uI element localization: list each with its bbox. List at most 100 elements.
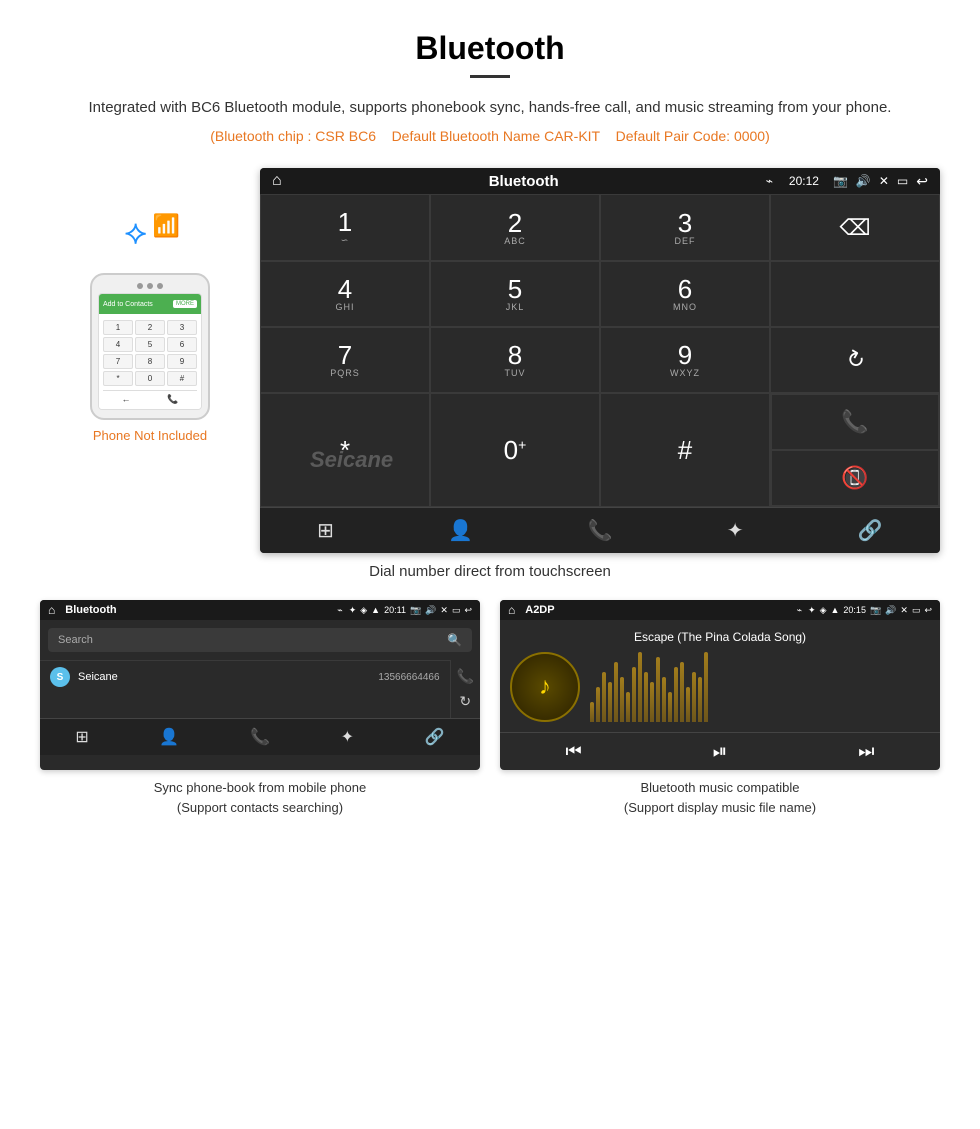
- pb-bt-icon[interactable]: ✦: [341, 727, 354, 747]
- back-icon[interactable]: ↩: [916, 173, 928, 190]
- dialpad-grid: 1 ∽ 2 ABC 3 DEF ⌫: [260, 194, 940, 507]
- bottom-screens: ⌂ Bluetooth ⌁ ✦ ◈ ▲ 20:11 📷 🔊 ✕ ▭ ↩: [40, 600, 940, 817]
- spec-chip: (Bluetooth chip : CSR BC6: [210, 128, 376, 144]
- ph-bt-icon: ✦: [349, 605, 357, 616]
- dial-call-red[interactable]: 📵: [771, 450, 939, 506]
- phone-key-7: 7: [103, 354, 133, 369]
- dial-key-hash[interactable]: #: [600, 393, 770, 507]
- phonebook-entry[interactable]: S Seicane 13566664466: [40, 660, 450, 693]
- ph-x-icon: ✕: [440, 605, 448, 616]
- phone-back-btn: ←: [121, 394, 130, 405]
- mu-usb-icon: ⌁: [797, 605, 802, 616]
- next-track-icon[interactable]: ⏭: [858, 741, 874, 762]
- play-pause-icon[interactable]: ⏯: [713, 741, 727, 762]
- phone-icon[interactable]: 📞: [588, 518, 613, 543]
- pb-phone-icon[interactable]: 📞: [250, 727, 270, 747]
- phone-keypad-area: 1 2 3 4 5 6 7 8 9 * 0 #: [99, 314, 201, 409]
- phone-screen-header: Add to Contacts MORE: [99, 294, 201, 314]
- phone-call-btn: 📞: [167, 394, 178, 405]
- statusbar-title: Bluetooth: [290, 173, 758, 190]
- phone-dot-3: [157, 283, 163, 289]
- phonebook-search-bar[interactable]: Search 🔍: [48, 628, 472, 652]
- dial-bottom-bar: ⊞ 👤 📞 ✦ 🔗: [260, 507, 940, 553]
- home-icon[interactable]: ⌂: [272, 172, 282, 190]
- dialpad-icon[interactable]: ⊞: [317, 518, 334, 543]
- phone-mockup: Add to Contacts MORE 1 2 3 4 5 6 7 8: [90, 273, 210, 420]
- ph-call-right-icon[interactable]: 📞: [457, 668, 474, 685]
- dial-call-buttons: 📞 📵: [770, 393, 940, 507]
- mu-cam-icon: 📷: [870, 605, 881, 616]
- dial-key-star[interactable]: *: [260, 393, 430, 507]
- phone-key-star: *: [103, 371, 133, 386]
- ph-vol-icon: 🔊: [425, 605, 436, 616]
- phone-key-1: 1: [103, 320, 133, 335]
- music-main-area: ♪: [510, 652, 930, 722]
- search-icon: 🔍: [447, 633, 462, 647]
- phonebook-right-icons: 📞 ↻: [450, 660, 480, 718]
- call-green-icon: 📞: [841, 409, 868, 435]
- dial-key-2[interactable]: 2 ABC: [430, 194, 600, 261]
- mu-win-icon: ▭: [912, 605, 921, 616]
- ph-status-icons: ✦ ◈ ▲ 20:11 📷 🔊 ✕ ▭ ↩: [349, 605, 472, 616]
- music-screen: ⌂ A2DP ⌁ ✦ ◈ ▲ 20:15 📷 🔊 ✕ ▭ ↩: [500, 600, 940, 770]
- phonebook-screen: ⌂ Bluetooth ⌁ ✦ ◈ ▲ 20:11 📷 🔊 ✕ ▭ ↩: [40, 600, 480, 770]
- phone-top-bar: [98, 283, 202, 289]
- dial-key-9[interactable]: 9 WXYZ: [600, 327, 770, 393]
- bluetooth-bottom-icon[interactable]: ✦: [727, 518, 744, 543]
- add-to-contacts-label: Add to Contacts: [103, 301, 153, 308]
- usb-icon: ⌁: [766, 174, 773, 188]
- ph-refresh-right-icon[interactable]: ↻: [459, 693, 471, 710]
- camera-icon[interactable]: 📷: [833, 174, 848, 188]
- bottom-left-caption: Sync phone-book from mobile phone (Suppo…: [40, 778, 480, 817]
- song-title: Escape (The Pina Colada Song): [634, 630, 806, 644]
- page-container: Bluetooth Integrated with BC6 Bluetooth …: [0, 0, 980, 863]
- phone-grid: 1 2 3 4 5 6 7 8 9 * 0 #: [103, 320, 197, 386]
- pb-dialpad-icon[interactable]: ⊞: [75, 727, 88, 747]
- dial-key-backspace[interactable]: ⌫: [770, 194, 940, 261]
- volume-icon[interactable]: 🔊: [856, 174, 871, 188]
- phone-key-6: 6: [167, 337, 197, 352]
- dial-key-refresh[interactable]: ↻: [770, 327, 940, 393]
- phone-screen: Add to Contacts MORE 1 2 3 4 5 6 7 8: [98, 293, 202, 410]
- main-car-screen-wrapper: ⌂ Bluetooth ⌁ 20:12 📷 🔊 ✕ ▭ ↩ 1 ∽: [260, 168, 940, 553]
- music-statusbar: ⌂ A2DP ⌁ ✦ ◈ ▲ 20:15 📷 🔊 ✕ ▭ ↩: [500, 600, 940, 620]
- dial-key-0[interactable]: 0+: [430, 393, 600, 507]
- window-icon[interactable]: ▭: [897, 174, 908, 188]
- phone-key-0: 0: [135, 371, 165, 386]
- phone-key-8: 8: [135, 354, 165, 369]
- search-placeholder: Search: [58, 634, 441, 646]
- dial-call-green[interactable]: 📞: [771, 394, 939, 450]
- dial-key-1[interactable]: 1 ∽: [260, 194, 430, 261]
- dial-key-6[interactable]: 6 MNO: [600, 261, 770, 327]
- music-content: Escape (The Pina Colada Song) ♪: [500, 620, 940, 732]
- mu-statusbar-title: A2DP: [521, 604, 790, 616]
- mu-status-icons: ✦ ◈ ▲ 20:15 📷 🔊 ✕ ▭ ↩: [808, 605, 932, 616]
- ph-statusbar-title: Bluetooth: [61, 604, 331, 616]
- contacts-icon[interactable]: 👤: [448, 518, 473, 543]
- mu-home-icon[interactable]: ⌂: [508, 603, 515, 617]
- pb-contacts-icon[interactable]: 👤: [159, 727, 179, 747]
- spec-name: Default Bluetooth Name CAR-KIT: [392, 128, 601, 144]
- music-visualizer: [590, 652, 930, 722]
- phone-dot-2: [147, 283, 153, 289]
- statusbar-time: 20:12: [789, 174, 819, 188]
- phonebook-card: ⌂ Bluetooth ⌁ ✦ ◈ ▲ 20:11 📷 🔊 ✕ ▭ ↩: [40, 600, 480, 817]
- pb-link-icon[interactable]: 🔗: [425, 727, 445, 747]
- phone-dot-1: [137, 283, 143, 289]
- dial-key-3[interactable]: 3 DEF: [600, 194, 770, 261]
- link-icon[interactable]: 🔗: [858, 518, 883, 543]
- phone-key-2: 2: [135, 320, 165, 335]
- album-art: ♪: [510, 652, 580, 722]
- dial-key-5[interactable]: 5 JKL: [430, 261, 600, 327]
- close-icon[interactable]: ✕: [879, 174, 889, 188]
- prev-track-icon[interactable]: ⏮: [566, 741, 582, 762]
- ph-home-icon[interactable]: ⌂: [48, 603, 55, 617]
- bottom-left-line1: Sync phone-book from mobile phone: [40, 778, 480, 798]
- dial-key-8[interactable]: 8 TUV: [430, 327, 600, 393]
- dial-key-4[interactable]: 4 GHI: [260, 261, 430, 327]
- phone-key-9: 9: [167, 354, 197, 369]
- music-note-icon: ♪: [539, 673, 551, 701]
- phone-key-4: 4: [103, 337, 133, 352]
- ph-time: 20:11: [384, 605, 406, 616]
- dial-key-7[interactable]: 7 PQRS: [260, 327, 430, 393]
